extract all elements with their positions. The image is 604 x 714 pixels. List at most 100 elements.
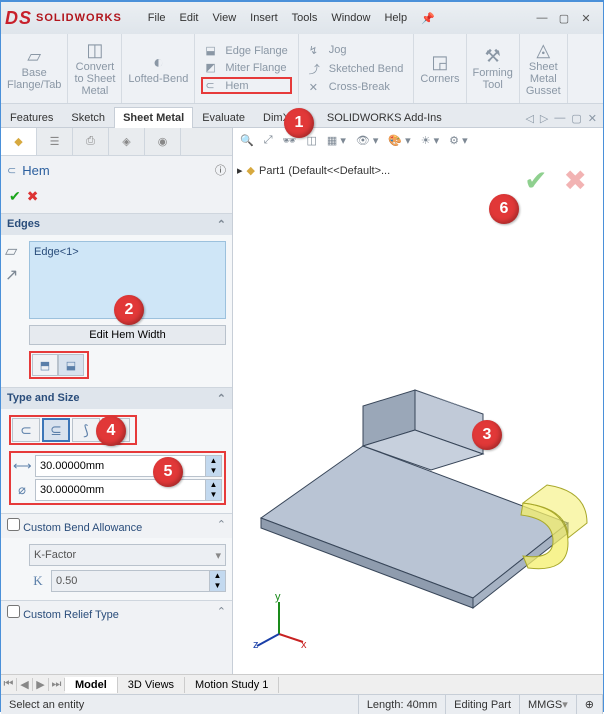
bottom-tab-model[interactable]: Model bbox=[65, 677, 118, 693]
confirm-cancel-icon[interactable]: ✖ bbox=[564, 164, 587, 197]
cancel-button[interactable]: ✖ bbox=[27, 188, 39, 205]
status-length: Length: 40mm bbox=[359, 695, 446, 714]
ribbon-hem[interactable]: ⊂Hem bbox=[201, 77, 291, 94]
spin-down[interactable]: ▼ bbox=[205, 490, 221, 500]
status-units[interactable]: MMGS ▾ bbox=[520, 695, 577, 714]
confirm-ok-icon[interactable]: ✔ bbox=[524, 164, 547, 197]
menu-window[interactable]: Window bbox=[325, 8, 376, 29]
edit-hem-width-button[interactable]: Edit Hem Width bbox=[29, 325, 226, 345]
material-outside-toggle[interactable]: ⬓ bbox=[58, 354, 84, 376]
forming-tool-icon: ⚒ bbox=[485, 47, 501, 65]
pm-tab-props[interactable]: ☰ bbox=[37, 128, 73, 155]
doc-next-icon[interactable]: ▷ bbox=[540, 112, 548, 125]
orientation-triad[interactable]: x y z bbox=[251, 590, 311, 650]
help-icon[interactable]: ⓘ bbox=[215, 162, 226, 178]
collapse-icon[interactable]: ⌃ bbox=[217, 218, 226, 231]
bottom-tab-3dviews[interactable]: 3D Views bbox=[118, 677, 185, 693]
window-close[interactable]: ✕ bbox=[579, 12, 593, 25]
edges-header: Edges bbox=[7, 218, 40, 231]
ribbon-forming-tool[interactable]: ⚒ Forming Tool bbox=[473, 47, 513, 91]
jog-icon: ↯ bbox=[309, 44, 325, 57]
app-name: SOLIDWORKS bbox=[36, 12, 122, 24]
ribbon-base-flange[interactable]: ▱ Base Flange/Tab bbox=[7, 47, 61, 91]
doc-prev-icon[interactable]: ◁ bbox=[525, 112, 533, 125]
ribbon-corners[interactable]: ◲ Corners bbox=[420, 53, 459, 85]
tab-nav-prev[interactable]: ◀ bbox=[17, 678, 33, 691]
collapse-icon[interactable]: ⌃ bbox=[217, 392, 226, 405]
tab-sheet-metal[interactable]: Sheet Metal bbox=[114, 107, 193, 128]
window-minimize[interactable]: — bbox=[535, 12, 549, 25]
menu-tools[interactable]: Tools bbox=[286, 8, 324, 29]
ribbon-cross-break[interactable]: ✕Cross-Break bbox=[305, 80, 408, 95]
pm-tab-dim[interactable]: ◈ bbox=[109, 128, 145, 155]
tab-evaluate[interactable]: Evaluate bbox=[193, 107, 254, 128]
hem-type-closed[interactable]: ⊂ bbox=[12, 418, 40, 442]
collapse-icon[interactable]: ⌃ bbox=[217, 605, 226, 621]
spin-up[interactable]: ▲ bbox=[205, 456, 221, 466]
zoom-area-icon[interactable]: ⤢ bbox=[262, 132, 275, 149]
spin-up[interactable]: ▲ bbox=[205, 480, 221, 490]
spin-down[interactable]: ▼ bbox=[209, 581, 225, 591]
ribbon-lofted-bend[interactable]: ◐ Lofted-Bend bbox=[128, 53, 188, 85]
tab-sketch[interactable]: Sketch bbox=[62, 107, 114, 128]
material-inside-toggle[interactable]: ⬒ bbox=[32, 354, 58, 376]
corners-icon: ◲ bbox=[431, 53, 448, 71]
view-settings-icon[interactable]: ⚙ ▾ bbox=[447, 132, 469, 149]
hem-gap-input[interactable] bbox=[36, 482, 205, 498]
hide-show-icon[interactable]: 👁 ▾ bbox=[354, 132, 381, 149]
doc-max-icon[interactable]: ▢ bbox=[571, 112, 581, 125]
status-prompt: Select an entity bbox=[1, 695, 359, 714]
spin-up[interactable]: ▲ bbox=[209, 571, 225, 581]
tree-expand-icon[interactable]: ▸ bbox=[237, 164, 243, 177]
cba-type-select[interactable] bbox=[30, 547, 211, 563]
graphics-viewport[interactable]: 🔍 ⤢ 🕶 ◫ ▦ ▾ 👁 ▾ 🎨 ▾ ☀ ▾ ⚙ ▾ ▸ ◆ Part1 (D… bbox=[233, 128, 603, 674]
spin-down[interactable]: ▼ bbox=[205, 466, 221, 476]
menu-help[interactable]: Help bbox=[378, 8, 413, 29]
doc-min-icon[interactable]: — bbox=[554, 112, 565, 125]
edge-item: Edge<1> bbox=[34, 246, 79, 258]
bottom-tab-motion[interactable]: Motion Study 1 bbox=[185, 677, 279, 693]
tab-features[interactable]: Features bbox=[1, 107, 62, 128]
hem-type-open[interactable]: ⊆ bbox=[42, 418, 70, 442]
scene-icon[interactable]: ☀ ▾ bbox=[419, 132, 441, 149]
callout-6: 6 bbox=[489, 194, 519, 224]
hem-dimensions-block: ⟷ ▲▼ ⌀ ▲▼ bbox=[9, 451, 226, 505]
ribbon-edge-flange[interactable]: ⬓Edge Flange bbox=[201, 43, 291, 58]
ribbon-miter-flange[interactable]: ◩Miter Flange bbox=[201, 60, 291, 75]
ribbon-sketched-bend[interactable]: ⤴Sketched Bend bbox=[305, 60, 408, 78]
pm-tab-display[interactable]: ◉ bbox=[145, 128, 181, 155]
chevron-down-icon: ▾ bbox=[211, 549, 225, 562]
cba-checkbox[interactable] bbox=[7, 518, 20, 531]
tab-nav-first[interactable]: ⏮ bbox=[1, 678, 17, 691]
k-factor-input[interactable] bbox=[52, 573, 209, 589]
config-icon: ⎙ bbox=[86, 135, 95, 148]
menu-view[interactable]: View bbox=[207, 8, 243, 29]
menu-edit[interactable]: Edit bbox=[174, 8, 205, 29]
ribbon-jog[interactable]: ↯Jog bbox=[305, 43, 408, 58]
appearance-icon[interactable]: 🎨 ▾ bbox=[386, 132, 412, 149]
menu-insert[interactable]: Insert bbox=[244, 8, 284, 29]
base-flange-icon: ▱ bbox=[27, 47, 41, 65]
arrow-icon[interactable]: ↗ bbox=[5, 265, 18, 285]
doc-close-icon[interactable]: ✕ bbox=[588, 112, 597, 125]
window-maximize[interactable]: ▢ bbox=[557, 12, 571, 25]
display-style-icon[interactable]: ▦ ▾ bbox=[325, 132, 348, 149]
collapse-icon[interactable]: ⌃ bbox=[217, 518, 226, 534]
ribbon-gusset[interactable]: ◬ Sheet Metal Gusset bbox=[526, 41, 561, 97]
pm-tab-feature[interactable]: ◆ bbox=[1, 128, 37, 155]
miter-flange-icon: ◩ bbox=[205, 61, 221, 74]
ribbon-convert-sheetmetal[interactable]: ◫ Convert to Sheet Metal bbox=[74, 41, 115, 97]
cross-break-icon: ✕ bbox=[309, 81, 325, 94]
convert-icon: ◫ bbox=[86, 41, 103, 59]
tab-nav-next[interactable]: ▶ bbox=[33, 678, 49, 691]
zoom-fit-icon[interactable]: 🔍 bbox=[238, 132, 256, 149]
tree-root[interactable]: Part1 (Default<<Default>... bbox=[259, 165, 390, 177]
pm-tab-config[interactable]: ⎙ bbox=[73, 128, 109, 155]
crt-checkbox[interactable] bbox=[7, 605, 20, 618]
pin-icon[interactable]: 📌 bbox=[415, 8, 441, 29]
tab-nav-last[interactable]: ⏭ bbox=[49, 678, 65, 691]
menu-file[interactable]: File bbox=[142, 8, 172, 29]
tab-add-ins[interactable]: SOLIDWORKS Add-Ins bbox=[318, 107, 451, 128]
status-extra-icon[interactable]: ⊕ bbox=[577, 695, 603, 714]
ok-button[interactable]: ✔ bbox=[9, 188, 21, 205]
